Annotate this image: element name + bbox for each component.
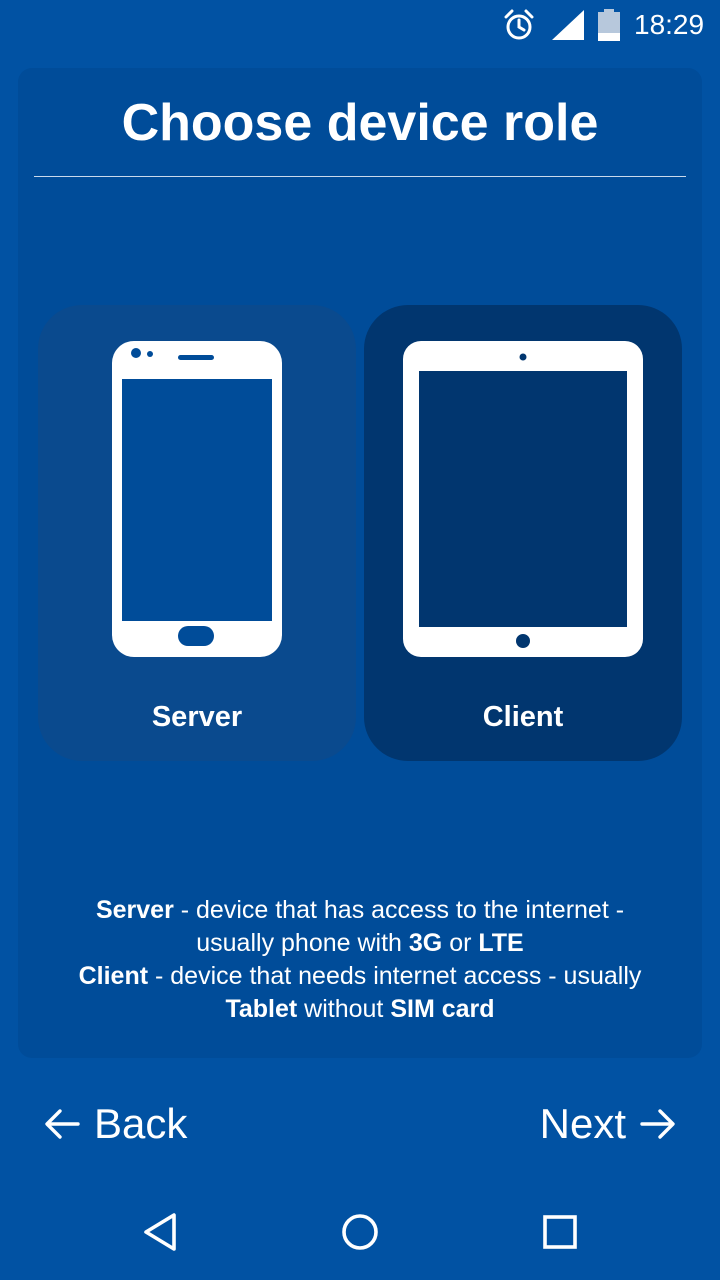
term-client: Client bbox=[78, 962, 149, 990]
term-sim-card: SIM card bbox=[390, 995, 495, 1023]
device-role-screen: 18:29 Choose device role Server Client S… bbox=[0, 0, 720, 1280]
term-tablet: Tablet bbox=[225, 995, 298, 1023]
next-button-label: Next bbox=[539, 1100, 626, 1147]
page-title: Choose device role bbox=[121, 94, 599, 152]
description-line-1: Server - device that has access to the i… bbox=[36, 894, 684, 927]
system-navigation-bar bbox=[0, 1180, 720, 1280]
alarm-icon bbox=[504, 9, 534, 40]
description-text: or bbox=[442, 929, 479, 957]
next-button[interactable]: Next bbox=[540, 1096, 676, 1152]
server-role-label: Server bbox=[151, 701, 243, 733]
description-line-4: Tablet without SIM card bbox=[36, 993, 684, 1026]
role-description: Server - device that has access to the i… bbox=[36, 894, 684, 1026]
phone-icon bbox=[112, 341, 282, 657]
back-button[interactable]: Back bbox=[44, 1096, 187, 1152]
battery-icon bbox=[598, 9, 620, 41]
recents-square-icon[interactable] bbox=[530, 1202, 590, 1262]
client-role-label: Client bbox=[482, 701, 564, 733]
back-triangle-icon[interactable] bbox=[130, 1202, 190, 1262]
back-button-label: Back bbox=[94, 1100, 188, 1147]
tablet-icon bbox=[403, 341, 643, 657]
description-text: without bbox=[297, 995, 391, 1023]
description-line-2: usually phone with 3G or LTE bbox=[36, 927, 684, 960]
client-role-card[interactable]: Client bbox=[364, 305, 682, 761]
description-text: usually phone with bbox=[196, 929, 409, 957]
arrow-left-icon bbox=[45, 1109, 80, 1139]
title-divider bbox=[34, 176, 686, 177]
description-text: - device that needs internet access - us… bbox=[148, 962, 642, 990]
description-line-3: Client - device that needs internet acce… bbox=[36, 960, 684, 993]
description-text: - device that has access to the internet… bbox=[173, 896, 625, 924]
cell-signal-icon bbox=[552, 10, 584, 40]
server-role-card[interactable]: Server bbox=[38, 305, 356, 761]
arrow-right-icon bbox=[640, 1109, 675, 1139]
home-circle-icon[interactable] bbox=[330, 1202, 390, 1262]
status-bar: 18:29 bbox=[0, 0, 720, 50]
term-server: Server bbox=[95, 896, 174, 924]
term-3g: 3G bbox=[408, 929, 443, 957]
term-lte: LTE bbox=[478, 929, 524, 957]
status-time: 18:29 bbox=[634, 9, 705, 40]
